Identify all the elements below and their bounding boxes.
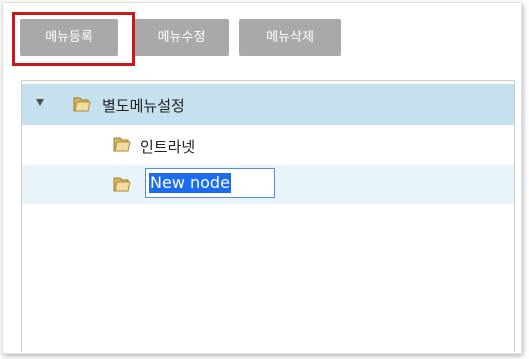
tree-node-root[interactable]: 별도메뉴설정 xyxy=(22,84,514,125)
menu-register-button[interactable]: 메뉴등록 xyxy=(20,19,118,56)
menu-tree: 별도메뉴설정 인트라넷 New node xyxy=(21,80,515,352)
collapse-arrow-icon[interactable] xyxy=(36,99,44,106)
tree-node-child[interactable]: 인트라넷 xyxy=(22,125,514,165)
node-rename-value: New node xyxy=(149,173,231,193)
node-rename-input[interactable]: New node xyxy=(145,168,275,198)
menu-settings-panel: 메뉴등록 메뉴수정 메뉴삭제 별도메뉴설정 인트라넷 New node xyxy=(2,2,522,354)
tree-node-child[interactable]: New node xyxy=(22,165,514,204)
tree-node-label: 인트라넷 xyxy=(140,138,196,156)
folder-icon xyxy=(113,137,131,152)
menu-edit-button[interactable]: 메뉴수정 xyxy=(134,19,229,56)
folder-icon xyxy=(113,177,131,192)
tree-node-label: 별도메뉴설정 xyxy=(102,97,185,115)
folder-icon xyxy=(73,97,91,112)
menu-delete-button[interactable]: 메뉴삭제 xyxy=(239,19,341,56)
